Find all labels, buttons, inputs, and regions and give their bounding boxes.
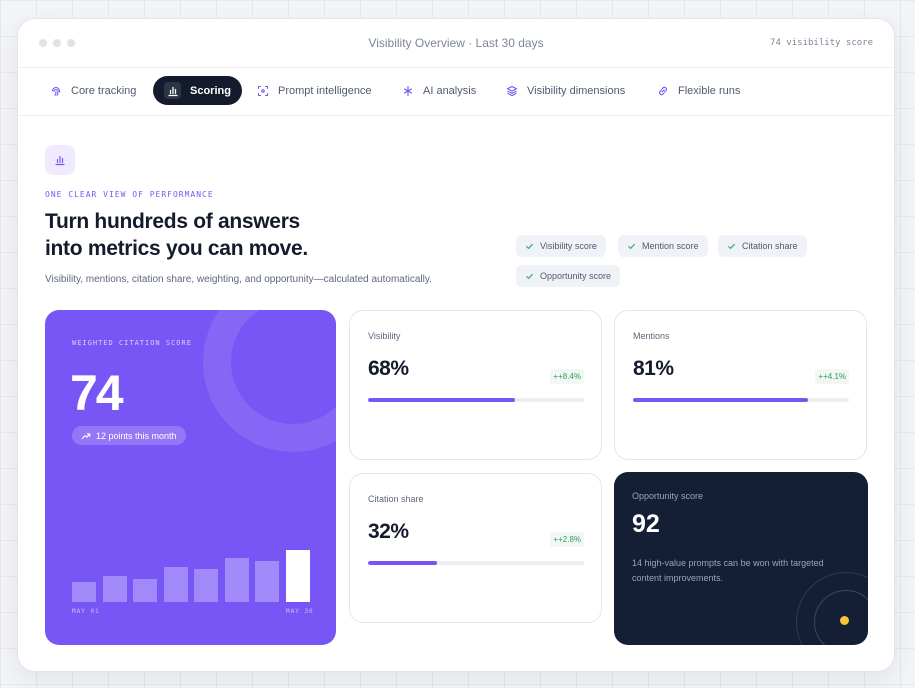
metric-label: Mentions <box>633 331 670 341</box>
weighted-citation-score-card: WEIGHTED CITATION SCORE 74 12 points thi… <box>45 310 336 645</box>
headline-line-2: into metrics you can move. <box>45 237 308 260</box>
chip-mention-score: Mention score <box>618 235 708 257</box>
headline-line-1: Turn hundreds of answers <box>45 210 300 233</box>
metric-delta: ++8.4% <box>550 369 584 384</box>
bar-chart-icon <box>164 82 181 99</box>
metric-card-citation-share: Citation share 32% ++2.8% <box>349 473 602 623</box>
tab-label: Flexible runs <box>678 84 741 97</box>
opportunity-score-card: Opportunity score 92 14 high-value promp… <box>614 472 868 645</box>
decorative-ring <box>203 310 336 452</box>
section-subtext: Visibility, mentions, citation share, we… <box>45 274 432 285</box>
chip-opportunity-score: Opportunity score <box>516 265 621 287</box>
trend-bar <box>255 561 280 602</box>
progress-track <box>368 561 584 565</box>
chip-label: Opportunity score <box>540 271 612 281</box>
trend-bar <box>163 566 188 602</box>
trend-bar <box>286 549 310 602</box>
trend-bar-chart <box>72 538 310 602</box>
radar-indicator-dot <box>840 616 849 625</box>
fingerprint-icon <box>51 86 61 96</box>
check-icon <box>728 243 735 249</box>
metric-value: 81% <box>633 357 674 380</box>
scan-icon <box>257 85 269 96</box>
axis-start-label: MAY 01 <box>72 608 100 615</box>
page-title: Turn hundreds of answers into metrics yo… <box>45 208 425 262</box>
link-icon <box>659 86 667 95</box>
trend-bar <box>224 557 249 602</box>
app-window: Visibility Overview · Last 30 days 74 vi… <box>17 18 895 672</box>
axis-end-label: MAY 30 <box>286 608 314 615</box>
tab-label: AI analysis <box>423 84 477 97</box>
title-bar: Visibility Overview · Last 30 days 74 vi… <box>18 19 894 68</box>
tab-bar: Core tracking Scoring Prompt intelligenc… <box>18 68 894 116</box>
tab-ai-analysis[interactable]: AI analysis <box>391 76 487 105</box>
trend-text: 12 points this month <box>96 430 177 441</box>
progress-fill <box>633 398 808 402</box>
tab-prompt-intelligence[interactable]: Prompt intelligence <box>246 76 383 105</box>
trend-bar <box>194 569 219 602</box>
chip-citation-share: Citation share <box>718 235 807 257</box>
opportunity-label: Opportunity score <box>632 491 704 501</box>
trend-bar <box>133 578 158 602</box>
hero-score: 74 <box>70 365 124 421</box>
trend-bar <box>102 575 127 602</box>
window-title: Visibility Overview · Last 30 days <box>368 36 544 50</box>
layers-icon <box>506 85 518 96</box>
check-icon <box>628 243 635 249</box>
check-icon <box>526 243 533 249</box>
tab-visibility-dimensions[interactable]: Visibility dimensions <box>495 76 636 105</box>
tab-core-tracking[interactable]: Core tracking <box>39 76 147 105</box>
metric-label: Visibility <box>368 331 401 341</box>
opportunity-description: 14 high-value prompts can be won with ta… <box>632 558 824 583</box>
metric-delta: ++2.8% <box>550 532 584 547</box>
trend-badge: 12 points this month <box>72 426 186 445</box>
progress-fill <box>368 398 515 402</box>
visibility-score-meta: 74 visibility score <box>770 38 873 48</box>
section-icon <box>45 145 75 175</box>
bar-chart-icon <box>55 155 65 166</box>
chip-label: Citation share <box>742 241 798 251</box>
opportunity-value: 92 <box>632 510 660 538</box>
tab-label: Prompt intelligence <box>278 84 372 97</box>
progress-track <box>633 398 849 402</box>
trend-bar <box>72 582 96 602</box>
progress-fill <box>368 561 438 565</box>
tab-label: Core tracking <box>71 84 137 97</box>
metric-card-visibility: Visibility 68% ++8.4% <box>349 310 602 460</box>
hero-label: WEIGHTED CITATION SCORE <box>72 339 192 347</box>
tab-label: Visibility dimensions <box>527 84 626 97</box>
section-eyebrow: ONE CLEAR VIEW OF PERFORMANCE <box>45 190 214 199</box>
trending-up-icon <box>81 432 91 439</box>
progress-track <box>368 398 584 402</box>
chip-label: Visibility score <box>540 241 597 251</box>
metric-label: Citation share <box>368 494 424 504</box>
metric-value: 68% <box>368 357 409 380</box>
metric-value: 32% <box>368 520 409 543</box>
chip-label: Mention score <box>642 241 699 251</box>
tab-scoring[interactable]: Scoring <box>153 76 242 105</box>
metric-card-mentions: Mentions 81% ++4.1% <box>614 310 867 460</box>
tab-flexible-runs[interactable]: Flexible runs <box>646 76 751 105</box>
sparkle-icon <box>403 85 413 96</box>
chip-visibility-score: Visibility score <box>516 235 606 257</box>
metric-delta: ++4.1% <box>815 369 849 384</box>
tab-label: Scoring <box>190 84 231 97</box>
check-icon <box>526 273 533 279</box>
